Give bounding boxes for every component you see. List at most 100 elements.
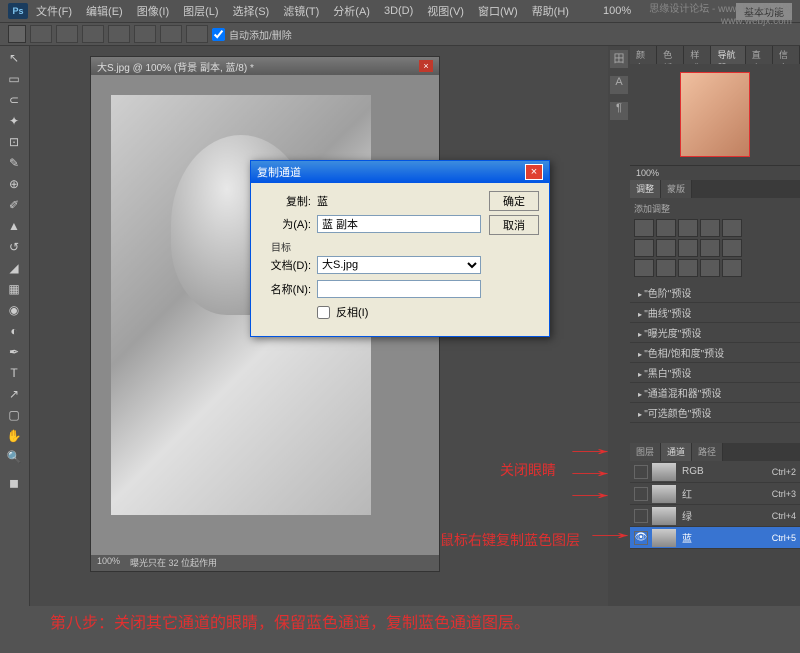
opt-btn-3[interactable] (82, 25, 104, 43)
history-brush-icon[interactable]: ↺ (2, 237, 26, 257)
channel-blue[interactable]: 👁 蓝 Ctrl+5 (630, 527, 800, 549)
tab-swatches[interactable]: 色板 (657, 46, 684, 64)
side-icon-1[interactable]: 田 (610, 50, 628, 68)
channel-red[interactable]: 红 Ctrl+3 (630, 483, 800, 505)
preset-bw[interactable]: "黑白"预设 (630, 363, 800, 383)
adj-hue-icon[interactable] (634, 239, 654, 257)
heal-tool-icon[interactable]: ⊕ (2, 174, 26, 194)
tab-navigator[interactable]: 导航器 (711, 46, 745, 64)
status-zoom[interactable]: 100% (97, 556, 120, 570)
wand-tool-icon[interactable]: ✦ (2, 111, 26, 131)
tool-preset-icon[interactable] (8, 25, 26, 43)
adj-bw-icon[interactable] (678, 239, 698, 257)
tab-adjustments[interactable]: 调整 (630, 180, 661, 198)
menu-3d[interactable]: 3D(D) (378, 3, 419, 19)
adj-select-icon[interactable] (722, 259, 742, 277)
adj-brightness-icon[interactable] (634, 219, 654, 237)
menu-select[interactable]: 选择(S) (227, 1, 276, 21)
navigator-thumbnail[interactable] (630, 64, 800, 165)
menu-analysis[interactable]: 分析(A) (327, 1, 376, 21)
tab-channels[interactable]: 通道 (661, 443, 692, 461)
ok-button[interactable]: 确定 (489, 191, 539, 211)
adj-invert-icon[interactable] (634, 259, 654, 277)
preset-hue[interactable]: "色相/饱和度"预设 (630, 343, 800, 363)
marquee-tool-icon[interactable]: ▭ (2, 69, 26, 89)
preset-curves[interactable]: "曲线"预设 (630, 303, 800, 323)
adj-levels-icon[interactable] (656, 219, 676, 237)
dodge-tool-icon[interactable]: ◐ (2, 321, 26, 341)
crop-tool-icon[interactable]: ⊡ (2, 132, 26, 152)
visibility-toggle[interactable] (634, 465, 648, 479)
adj-poster-icon[interactable] (656, 259, 676, 277)
type-tool-icon[interactable]: T (2, 363, 26, 383)
doc-select[interactable]: 大S.jpg (317, 256, 481, 274)
auto-add-checkbox[interactable]: 自动添加/删除 (212, 27, 292, 42)
opt-btn-4[interactable] (108, 25, 130, 43)
opt-btn-5[interactable] (134, 25, 156, 43)
brush-tool-icon[interactable]: ✐ (2, 195, 26, 215)
name-input[interactable] (317, 280, 481, 298)
adj-mixer-icon[interactable] (722, 239, 742, 257)
channel-rgb[interactable]: RGB Ctrl+2 (630, 461, 800, 483)
channel-thumb-icon (652, 507, 676, 525)
tab-paths[interactable]: 路径 (692, 443, 723, 461)
hand-tool-icon[interactable]: ✋ (2, 426, 26, 446)
zoom-tool-icon[interactable]: 🔍 (2, 447, 26, 467)
tab-layers[interactable]: 图层 (630, 443, 661, 461)
tab-histogram[interactable]: 直方 (746, 46, 773, 64)
side-icon-3[interactable]: ¶ (610, 102, 628, 120)
move-tool-icon[interactable]: ↖ (2, 48, 26, 68)
app-icon: Ps (8, 3, 28, 19)
visibility-toggle[interactable] (634, 487, 648, 501)
adj-exposure-icon[interactable] (700, 219, 720, 237)
tab-styles[interactable]: 样式 (684, 46, 711, 64)
visibility-toggle[interactable] (634, 509, 648, 523)
menu-view[interactable]: 视图(V) (421, 1, 470, 21)
as-input[interactable] (317, 215, 481, 233)
blur-tool-icon[interactable]: ◉ (2, 300, 26, 320)
tab-color[interactable]: 颜色 (630, 46, 657, 64)
adj-vibrance-icon[interactable] (722, 219, 742, 237)
opt-btn-7[interactable] (186, 25, 208, 43)
shape-tool-icon[interactable]: ▢ (2, 405, 26, 425)
opt-btn-2[interactable] (56, 25, 78, 43)
document-titlebar[interactable]: 大S.jpg @ 100% (背景 副本, 蓝/8) * × (91, 57, 439, 75)
lasso-tool-icon[interactable]: ⊂ (2, 90, 26, 110)
menu-file[interactable]: 文件(F) (30, 1, 78, 21)
pen-tool-icon[interactable]: ✒ (2, 342, 26, 362)
stamp-tool-icon[interactable]: ▲ (2, 216, 26, 236)
adj-photo-icon[interactable] (700, 239, 720, 257)
channel-green[interactable]: 绿 Ctrl+4 (630, 505, 800, 527)
close-icon[interactable]: × (419, 60, 433, 72)
menu-image[interactable]: 图像(I) (131, 1, 175, 21)
menu-edit[interactable]: 编辑(E) (80, 1, 129, 21)
preset-mixer[interactable]: "通道混和器"预设 (630, 383, 800, 403)
zoom-level[interactable]: 100% (597, 3, 637, 19)
preset-selective[interactable]: "可选颜色"预设 (630, 403, 800, 423)
opt-btn-6[interactable] (160, 25, 182, 43)
tab-info[interactable]: 信息 (773, 46, 800, 64)
path-tool-icon[interactable]: ↗ (2, 384, 26, 404)
color-swatch-icon[interactable]: ◼ (2, 468, 26, 498)
menu-window[interactable]: 窗口(W) (472, 1, 524, 21)
preset-exposure[interactable]: "曝光度"预设 (630, 323, 800, 343)
menu-help[interactable]: 帮助(H) (526, 1, 575, 21)
dialog-close-icon[interactable]: × (525, 164, 543, 180)
adj-balance-icon[interactable] (656, 239, 676, 257)
invert-checkbox[interactable] (317, 306, 330, 319)
tab-masks[interactable]: 蒙版 (661, 180, 692, 198)
adj-thresh-icon[interactable] (678, 259, 698, 277)
dialog-titlebar[interactable]: 复制通道 × (251, 161, 549, 183)
eyedropper-tool-icon[interactable]: ✎ (2, 153, 26, 173)
adj-curves-icon[interactable] (678, 219, 698, 237)
gradient-tool-icon[interactable]: ▦ (2, 279, 26, 299)
opt-btn-1[interactable] (30, 25, 52, 43)
side-icon-2[interactable]: A (610, 76, 628, 94)
menu-layer[interactable]: 图层(L) (177, 1, 224, 21)
cancel-button[interactable]: 取消 (489, 215, 539, 235)
adj-grad-icon[interactable] (700, 259, 720, 277)
menu-filter[interactable]: 滤镜(T) (277, 1, 325, 21)
eraser-tool-icon[interactable]: ◢ (2, 258, 26, 278)
navigator-zoom[interactable]: 100% (630, 165, 800, 180)
preset-levels[interactable]: "色阶"预设 (630, 283, 800, 303)
